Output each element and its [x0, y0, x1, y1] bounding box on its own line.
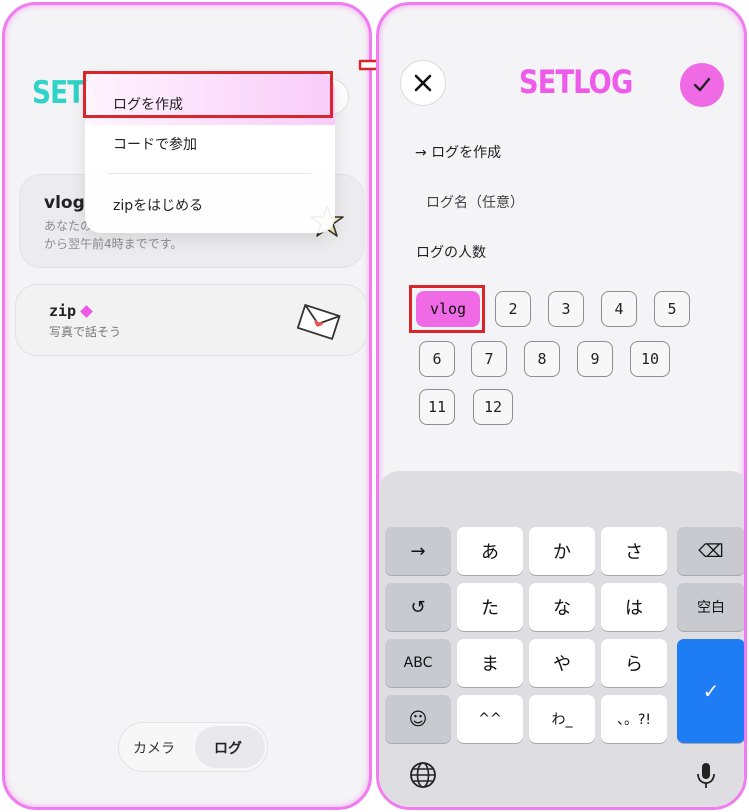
keyboard-key[interactable]: ABC: [385, 639, 451, 687]
close-icon: [414, 74, 432, 92]
member-count-option[interactable]: 8: [524, 341, 560, 377]
mode-segment: カメラ ログ: [118, 722, 268, 772]
member-count-option[interactable]: 5: [654, 291, 690, 327]
member-count-option[interactable]: 4: [601, 291, 637, 327]
keyboard-key[interactable]: は: [601, 583, 667, 631]
member-count-option[interactable]: 11: [419, 389, 455, 425]
highlight-box-vlog: [409, 285, 485, 333]
keyboard-key[interactable]: →: [385, 527, 451, 575]
member-count-option[interactable]: 9: [577, 341, 613, 377]
member-count-label: ログの人数: [416, 245, 486, 261]
member-count-option[interactable]: 7: [471, 341, 507, 377]
segment-camera[interactable]: カメラ: [133, 738, 175, 758]
highlight-box-create-log: [83, 71, 333, 118]
keyboard-key[interactable]: ⌫: [677, 527, 744, 575]
mic-icon[interactable]: [695, 761, 717, 791]
envelope-icon: [296, 303, 341, 341]
vlog-card-title: vlog: [44, 193, 85, 213]
menu-item-join-by-code[interactable]: コードで参加: [113, 134, 197, 154]
keyboard-key[interactable]: な: [529, 583, 595, 631]
keyboard-key[interactable]: ↺: [385, 583, 451, 631]
create-log-label: → ログを作成: [415, 145, 502, 161]
keyboard-key[interactable]: か: [529, 527, 595, 575]
zip-card-title: zip: [49, 302, 93, 320]
keyboard-key[interactable]: さ: [601, 527, 667, 575]
screenshot-stage: SETL vlog あなたの から翌午前4時までです。 zip 写真で話そう ロ…: [0, 0, 749, 812]
log-name-input[interactable]: ログ名（任意）: [426, 192, 524, 212]
confirm-button[interactable]: [680, 63, 724, 107]
close-button[interactable]: [400, 60, 446, 106]
keyboard-key[interactable]: ま: [457, 639, 523, 687]
keyboard-key[interactable]: た: [457, 583, 523, 631]
diamond-icon: [80, 305, 93, 318]
setlog-logo-right: SETLOG: [519, 63, 633, 101]
keyboard-key[interactable]: ☺: [385, 695, 451, 743]
keyboard-key[interactable]: や: [529, 639, 595, 687]
segment-log[interactable]: ログ: [195, 726, 265, 768]
right-phone: SETLOG → ログを作成 ログ名（任意） ログの人数 vlog 2 3 4 5 6 7 8…: [376, 2, 747, 810]
zip-card-desc: 写真で話そう: [49, 325, 122, 339]
zip-title-text: zip: [49, 302, 77, 320]
keyboard-key[interactable]: 、。?!: [601, 695, 667, 743]
keyboard-key[interactable]: あ: [457, 527, 523, 575]
keyboard-key[interactable]: わ_: [529, 695, 595, 743]
japanese-keyboard: → あかさ ⌫ ↺ たなは空白 ABC まやら ☺ ^^ わ_、。?! ✓: [379, 471, 744, 807]
menu-item-start-zip[interactable]: zipをはじめる: [113, 195, 203, 215]
globe-icon[interactable]: [409, 761, 437, 789]
keyboard-enter-key[interactable]: ✓: [677, 639, 744, 743]
member-count-option[interactable]: 10: [630, 341, 670, 377]
member-count-option[interactable]: 3: [548, 291, 584, 327]
zip-card[interactable]: zip 写真で話そう: [15, 284, 367, 356]
menu-divider: [109, 173, 311, 174]
check-icon: [693, 77, 711, 92]
keyboard-key[interactable]: 空白: [677, 583, 744, 631]
keyboard-key[interactable]: ら: [601, 639, 667, 687]
segment-log-label: ログ: [214, 741, 242, 757]
keyboard-key[interactable]: ^^: [457, 695, 523, 743]
left-phone: SETL vlog あなたの から翌午前4時までです。 zip 写真で話そう ロ…: [2, 2, 372, 810]
member-count-option[interactable]: 2: [495, 291, 531, 327]
enter-key-label: ✓: [702, 679, 720, 703]
member-count-option[interactable]: 12: [473, 389, 513, 425]
member-count-option[interactable]: 6: [419, 341, 455, 377]
